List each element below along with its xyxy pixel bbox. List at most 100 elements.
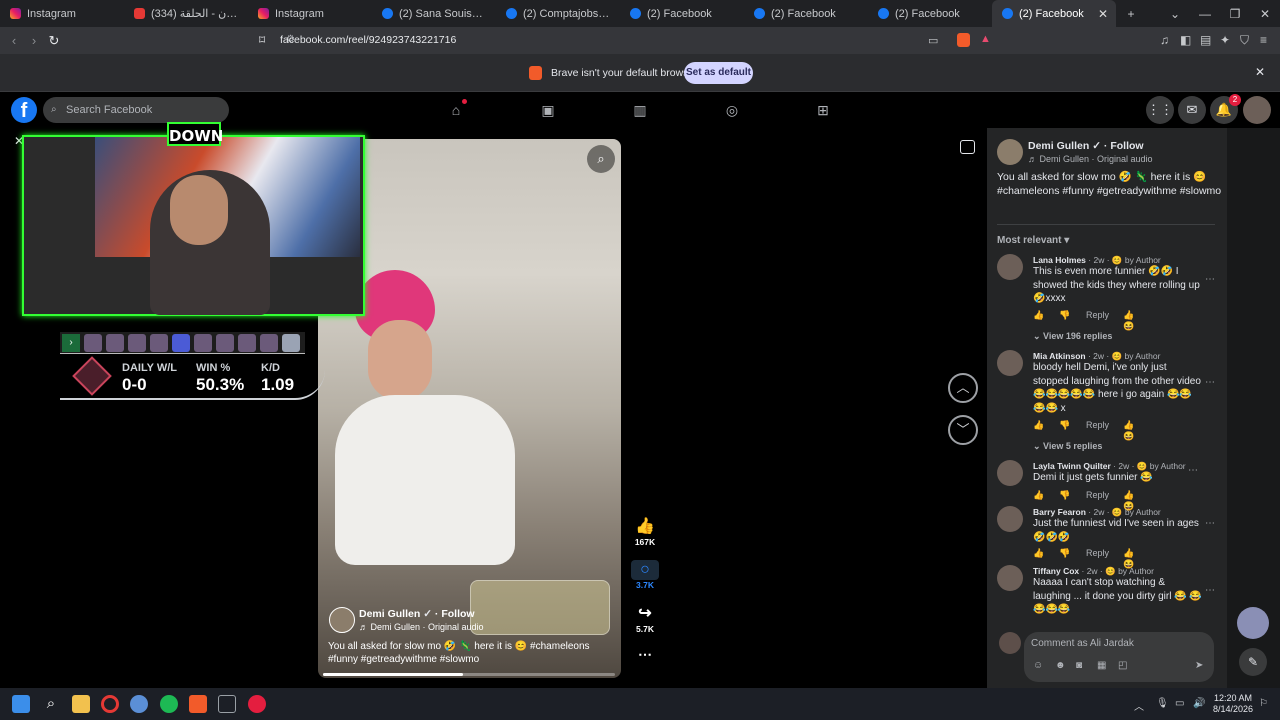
tray-chevron-icon[interactable]: ︿	[1134, 698, 1144, 713]
leo-icon[interactable]: ✦	[1220, 33, 1230, 47]
like-icon[interactable]: 👍	[1033, 548, 1044, 559]
avatar[interactable]	[999, 632, 1021, 654]
view-replies-link[interactable]: ⌄ View 5 replies	[1033, 441, 1102, 452]
file-explorer-icon[interactable]	[72, 695, 90, 713]
brave-shields-icon[interactable]	[957, 33, 970, 47]
more-options-icon[interactable]: ⋯	[1205, 377, 1215, 388]
more-options-icon[interactable]: ⋯	[1205, 585, 1215, 596]
new-tab-button[interactable]: +	[1116, 7, 1146, 21]
view-replies-link[interactable]: ⌄ View 196 replies	[1033, 331, 1112, 342]
panel-audio[interactable]: ♬ Demi Gullen · Original audio	[1028, 154, 1153, 164]
follow-link[interactable]: · Follow	[1104, 140, 1144, 152]
view-replies-label[interactable]: View 196 replies	[1043, 331, 1112, 341]
panel-author[interactable]: Demi Gullen ✓ · Follow	[1028, 140, 1144, 152]
maximize-button[interactable]: ❐	[1220, 7, 1250, 21]
wallet-icon[interactable]: ▤	[1200, 33, 1211, 47]
windows-start-icon[interactable]	[12, 695, 30, 713]
search-input[interactable]: ⌕ Search Facebook	[43, 97, 229, 123]
previous-reel-button[interactable]: ︿	[948, 373, 978, 403]
like-icon[interactable]: 👍	[1033, 490, 1044, 501]
video-audio[interactable]: ♬ Demi Gullen · Original audio	[359, 622, 484, 632]
share-button[interactable]: ↪ 5.7K	[631, 604, 659, 634]
set-default-button[interactable]: Set as default	[684, 62, 753, 84]
browser-tab[interactable]: (2) Sana Souissi - دفيتو ...	[372, 0, 496, 27]
media-icon[interactable]: ♫	[1160, 33, 1169, 47]
browser-tab[interactable]: (2) Facebook	[744, 0, 868, 27]
avatar[interactable]	[997, 460, 1023, 486]
close-icon[interactable]: ✕	[1255, 65, 1265, 79]
author-name[interactable]: Demi Gullen	[359, 608, 420, 620]
groups-icon[interactable]: ◎	[722, 100, 742, 120]
marketplace-icon[interactable]: ▥	[630, 100, 650, 120]
browser-tab[interactable]: (2) Facebook	[868, 0, 992, 27]
gif-icon[interactable]: ▦	[1097, 660, 1106, 671]
clock[interactable]: 12:20 AM 8/14/2026	[1213, 693, 1253, 715]
reply-button[interactable]: Reply	[1086, 490, 1109, 500]
url-field[interactable]: facebook.com/reel/924923743221716	[280, 34, 456, 46]
avatar-sticker-icon[interactable]: ☺	[1033, 660, 1043, 671]
browser-tab[interactable]: (2) Facebook	[620, 0, 744, 27]
commenter-name[interactable]: Lana Holmes	[1033, 255, 1086, 265]
vpn-icon[interactable]: ⛉	[1240, 33, 1249, 48]
emoji-icon[interactable]: ☻	[1055, 660, 1066, 671]
search-icon[interactable]: ⌕	[587, 145, 615, 173]
like-button[interactable]: 👍 167K	[631, 517, 659, 547]
brave-icon[interactable]	[189, 695, 207, 713]
avatar[interactable]	[997, 139, 1023, 165]
reaction-icons[interactable]: 👍😆	[1123, 310, 1134, 332]
avatar[interactable]	[1237, 607, 1269, 639]
sidebar-icon[interactable]: ◧	[1180, 33, 1191, 47]
video-progress-bar[interactable]	[323, 673, 615, 676]
browser-tab[interactable]: Instagram	[248, 0, 372, 27]
dislike-icon[interactable]: 👎	[1059, 490, 1070, 501]
messenger-icon[interactable]: ✉	[1178, 96, 1206, 124]
view-replies-label[interactable]: View 5 replies	[1043, 441, 1102, 451]
new-message-icon[interactable]: ✎	[1239, 648, 1267, 676]
app-icon[interactable]	[218, 695, 236, 713]
sticker-icon[interactable]: ◰	[1118, 660, 1127, 671]
author-name[interactable]: Demi Gullen	[1028, 140, 1089, 152]
like-icon[interactable]: 👍	[1033, 310, 1044, 321]
like-icon[interactable]: 👍	[1033, 420, 1044, 431]
follow-link[interactable]: · Follow	[435, 608, 475, 620]
browser-tab[interactable]: (2) Comptajobs. tn - Spéc	[496, 0, 620, 27]
avatar[interactable]	[997, 350, 1023, 376]
volume-icon[interactable]: 🔊	[1193, 698, 1205, 709]
facebook-logo[interactable]: f	[11, 97, 37, 123]
forward-icon[interactable]: ›	[24, 33, 44, 48]
reload-icon[interactable]: ↻	[44, 33, 64, 49]
camera-icon[interactable]: ◙	[1076, 660, 1082, 671]
browser-tab[interactable]: Instagram	[0, 0, 124, 27]
reply-button[interactable]: Reply	[1086, 310, 1109, 320]
menu-grid-icon[interactable]: ⋮⋮	[1146, 96, 1174, 124]
notification-center-icon[interactable]: ⚐	[1259, 698, 1268, 709]
sort-dropdown[interactable]: Most relevant ▾	[997, 235, 1069, 246]
avatar[interactable]	[1243, 96, 1271, 124]
minimize-button[interactable]: —	[1190, 7, 1220, 21]
brave-rewards-icon[interactable]: ▲	[980, 33, 991, 45]
commenter-name[interactable]: Layla Twinn Quilter	[1033, 461, 1111, 471]
chevron-down-icon[interactable]: ⌄	[1160, 7, 1190, 21]
more-options-icon[interactable]: ⋯	[1188, 465, 1198, 476]
avatar[interactable]	[997, 506, 1023, 532]
opera-icon[interactable]	[101, 695, 119, 713]
avatar[interactable]	[997, 565, 1023, 591]
send-icon[interactable]: ➤	[1195, 660, 1203, 671]
dislike-icon[interactable]: 👎	[1059, 310, 1070, 321]
microphone-icon[interactable]: 🎙	[1156, 698, 1169, 709]
more-options-icon[interactable]: ⋯	[1205, 274, 1215, 285]
next-reel-button[interactable]: ﹀	[948, 415, 978, 445]
search-icon[interactable]: ⌕	[42, 695, 60, 713]
close-window-button[interactable]: ✕	[1250, 7, 1280, 21]
browser-tab-active[interactable]: (2) Facebook ✕	[992, 0, 1116, 27]
close-icon[interactable]: ✕	[1098, 7, 1108, 21]
dislike-icon[interactable]: 👎	[1059, 548, 1070, 559]
video-author[interactable]: Demi Gullen ✓ · Follow	[359, 608, 475, 620]
more-options-icon[interactable]: ⋯	[631, 646, 659, 663]
back-icon[interactable]: ‹	[4, 33, 24, 48]
commenter-name[interactable]: Tiffany Cox	[1033, 566, 1079, 576]
browser-tab[interactable]: (334) طلع شكون - الحلقة	[124, 0, 248, 27]
commenter-name[interactable]: Mia Atkinson	[1033, 351, 1086, 361]
collapse-panel-icon[interactable]	[960, 140, 975, 154]
app-icon[interactable]	[130, 695, 148, 713]
